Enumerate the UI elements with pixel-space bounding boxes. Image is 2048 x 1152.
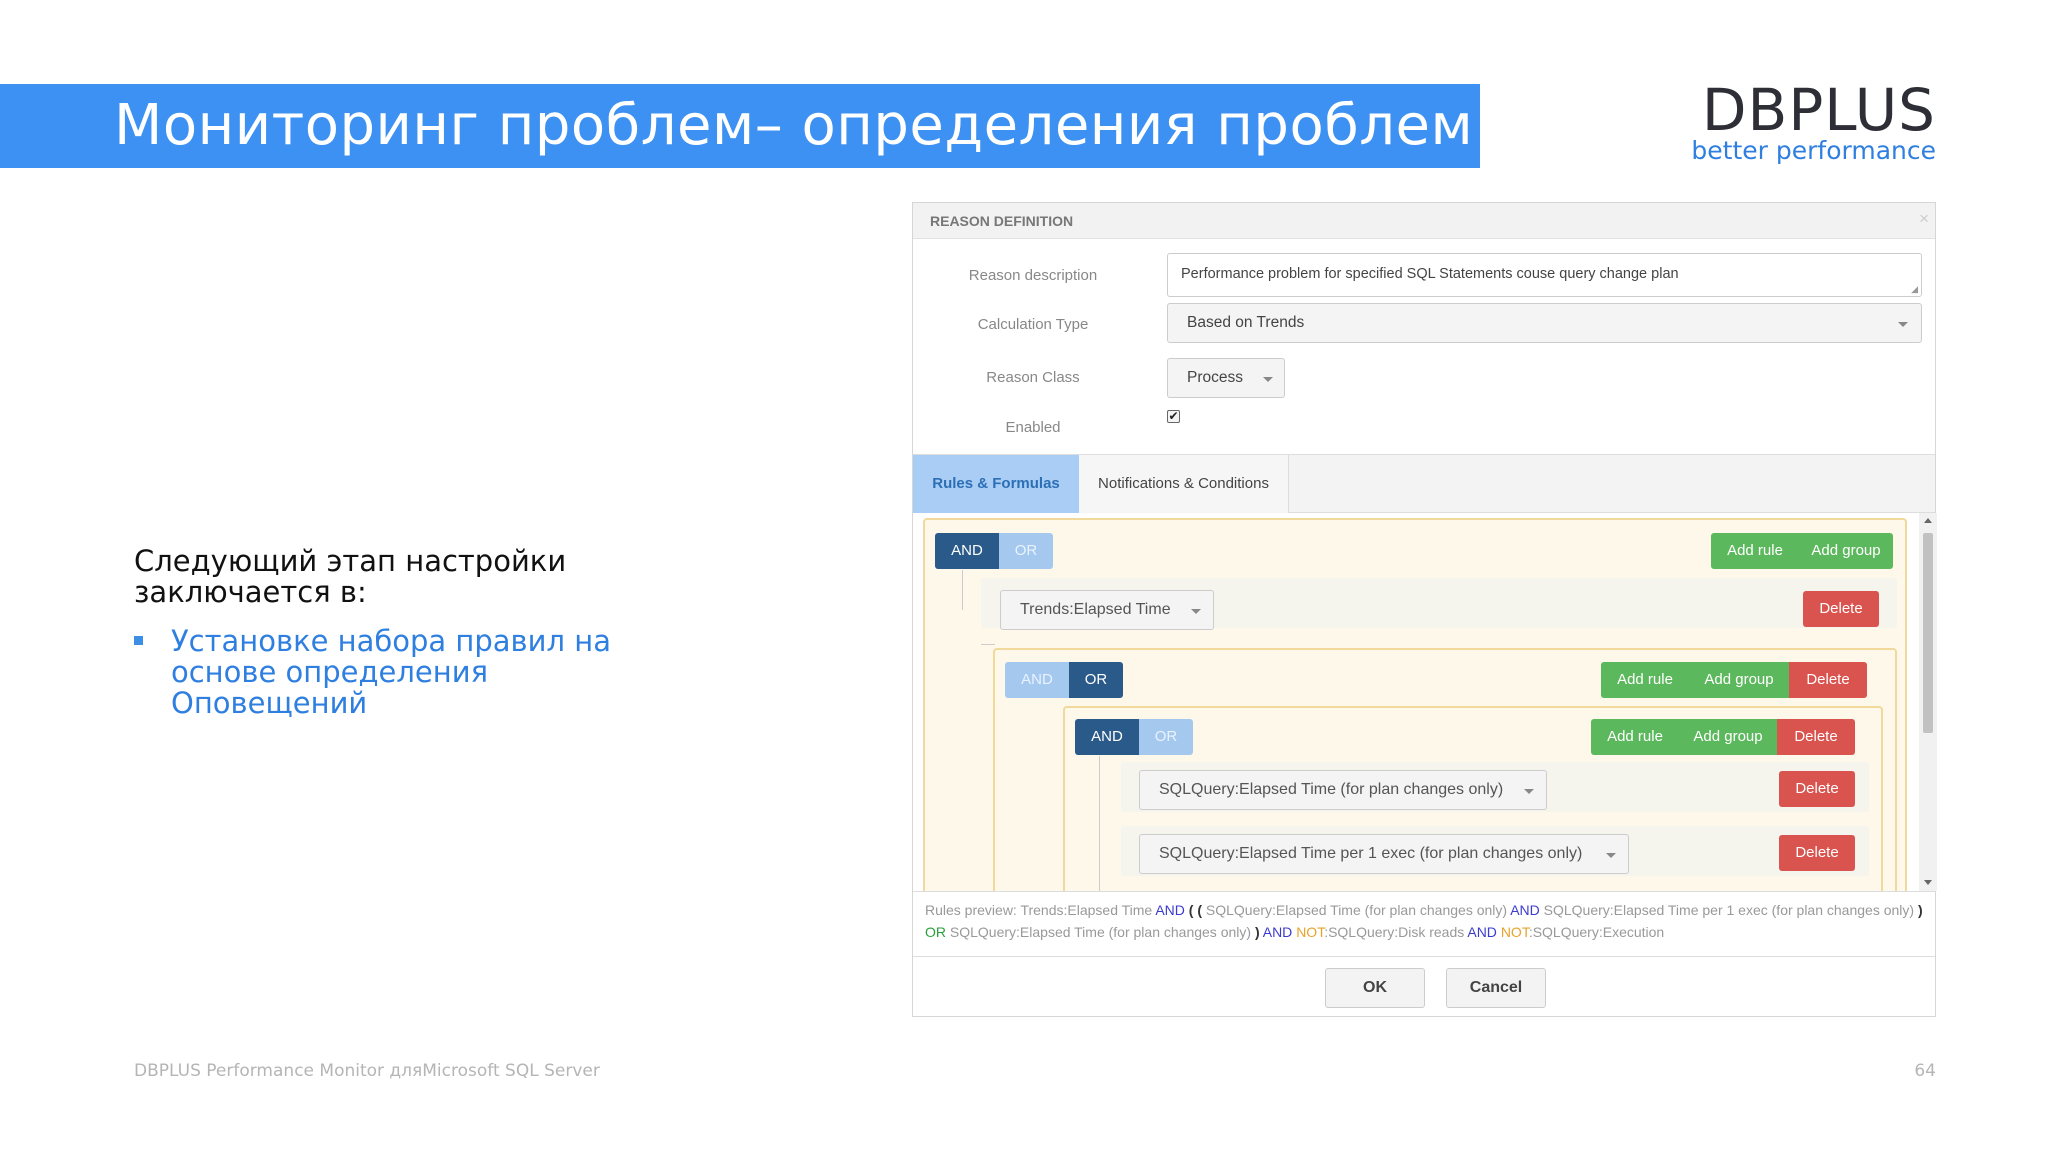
and-toggle-button[interactable]: AND (935, 533, 999, 569)
preview-and-keyword: AND (1259, 924, 1297, 940)
chevron-down-icon (1606, 853, 1616, 858)
preview-term: Trends:Elapsed Time (1020, 902, 1156, 918)
logo-wordmark: DBPLUS (1701, 76, 1936, 144)
rule-field-select[interactable]: SQLQuery:Elapsed Time (for plan changes … (1139, 770, 1547, 810)
close-icon[interactable]: × (1919, 209, 1929, 229)
dialog-header: REASON DEFINITION × (913, 203, 1935, 239)
reason-class-label: Reason Class (986, 369, 1080, 386)
chevron-down-icon (1191, 609, 1201, 614)
enabled-checkbox[interactable]: ✔ (1167, 410, 1180, 423)
or-toggle-button[interactable]: OR (1069, 662, 1123, 698)
calculation-type-value: Based on Trends (1187, 314, 1305, 331)
resize-handle-icon[interactable]: ◢ (1911, 284, 1918, 295)
rule-group-nested: AND OR Add rule Add group Delete SQLQuer… (1063, 706, 1883, 891)
rule-group-nested: AND OR Add rule Add group Delete AND OR … (993, 648, 1897, 891)
preview-and-keyword: AND (1510, 902, 1540, 918)
rules-preview: Rules preview: Trends:Elapsed Time AND (… (913, 891, 1935, 957)
scroll-thumb[interactable] (1923, 533, 1933, 733)
delete-group-button[interactable]: Delete (1777, 719, 1855, 755)
preview-not-keyword: NOT (1500, 924, 1529, 940)
preview-term: :SQLQuery:Execution (1528, 924, 1665, 940)
delete-rule-button[interactable]: Delete (1779, 835, 1855, 871)
bullet-square-icon (134, 636, 143, 645)
scroll-down-arrow-icon[interactable] (1924, 880, 1932, 885)
calculation-type-select[interactable]: Based on Trends (1167, 303, 1922, 343)
preview-and-keyword: AND (1155, 902, 1185, 918)
reason-definition-dialog: REASON DEFINITION × Reason description P… (912, 202, 1937, 1017)
intro-text: Следующий этап настройки заключается в: (134, 544, 567, 609)
or-toggle-button[interactable]: OR (999, 533, 1053, 569)
rule-field-value: Trends:Elapsed Time (1020, 601, 1171, 618)
rule-field-value: SQLQuery:Elapsed Time per 1 exec (for pl… (1159, 845, 1583, 862)
tab-notifications-conditions[interactable]: Notifications & Conditions (1079, 455, 1289, 513)
delete-group-button[interactable]: Delete (1789, 662, 1867, 698)
preview-and-keyword: AND (1467, 924, 1501, 940)
preview-prefix: Rules preview: (925, 902, 1021, 918)
calculation-type-label: Calculation Type (977, 316, 1089, 333)
chevron-down-icon (1898, 322, 1908, 327)
dialog-title: REASON DEFINITION (930, 213, 1074, 229)
preview-term: SQLQuery:Elapsed Time per 1 exec (for pl… (1539, 902, 1918, 918)
chevron-down-icon (1263, 377, 1273, 382)
footer-text: DBPLUS Performance Monitor дляMicrosoft … (134, 1061, 600, 1081)
or-toggle-button[interactable]: OR (1139, 719, 1193, 755)
preview-paren: ) (1917, 902, 1923, 918)
scroll-up-arrow-icon[interactable] (1924, 518, 1932, 523)
tree-connector (1099, 756, 1100, 891)
rule-field-value: SQLQuery:Elapsed Time (for plan changes … (1159, 781, 1504, 798)
tab-rules-formulas[interactable]: Rules & Formulas (913, 455, 1079, 513)
rule-field-select[interactable]: Trends:Elapsed Time (1000, 590, 1214, 630)
chevron-down-icon (1524, 789, 1534, 794)
preview-paren: ( ( (1184, 902, 1203, 918)
tab-bar: Rules & Formulas Notifications & Conditi… (913, 454, 1935, 513)
add-group-button[interactable]: Add group (1689, 662, 1789, 698)
add-rule-button[interactable]: Add rule (1601, 662, 1689, 698)
builder-scrollbar[interactable] (1919, 513, 1937, 891)
add-rule-button[interactable]: Add rule (1591, 719, 1679, 755)
reason-class-value: Process (1187, 369, 1243, 386)
page-number: 64 (1914, 1061, 1936, 1081)
delete-rule-button[interactable]: Delete (1779, 771, 1855, 807)
slide-title: Мониторинг проблем– определения проблем (114, 93, 1474, 158)
tree-connector (962, 570, 963, 610)
reason-class-select[interactable]: Process (1167, 358, 1285, 398)
preview-term: SQLQuery:Elapsed Time (for plan changes … (1202, 902, 1511, 918)
and-toggle-button[interactable]: AND (1075, 719, 1139, 755)
reason-description-value: Performance problem for specified SQL St… (1181, 266, 1679, 282)
preview-term: :SQLQuery:Disk reads (1324, 924, 1468, 940)
tree-connector (981, 644, 995, 645)
rule-builder: AND OR Add rule Add group Trends:Elapsed… (913, 513, 1919, 891)
add-group-button[interactable]: Add group (1679, 719, 1777, 755)
reason-description-label: Reason description (968, 267, 1098, 284)
preview-or-keyword: OR (925, 924, 946, 940)
delete-rule-button[interactable]: Delete (1803, 591, 1879, 627)
bullet-text: Установке набора правил на основе опреде… (171, 624, 611, 720)
logo-tagline: better performance (1691, 136, 1936, 165)
reason-description-input[interactable]: Performance problem for specified SQL St… (1167, 253, 1922, 297)
enabled-label: Enabled (1005, 419, 1061, 436)
ok-button[interactable]: OK (1325, 968, 1425, 1008)
add-group-button[interactable]: Add group (1799, 533, 1893, 569)
add-rule-button[interactable]: Add rule (1711, 533, 1799, 569)
and-toggle-button[interactable]: AND (1005, 662, 1069, 698)
preview-not-keyword: NOT (1296, 924, 1325, 940)
rule-group-root: AND OR Add rule Add group Trends:Elapsed… (923, 518, 1907, 891)
rule-field-select[interactable]: SQLQuery:Elapsed Time per 1 exec (for pl… (1139, 834, 1629, 874)
cancel-button[interactable]: Cancel (1446, 968, 1546, 1008)
preview-term: SQLQuery:Elapsed Time (for plan changes … (946, 924, 1255, 940)
